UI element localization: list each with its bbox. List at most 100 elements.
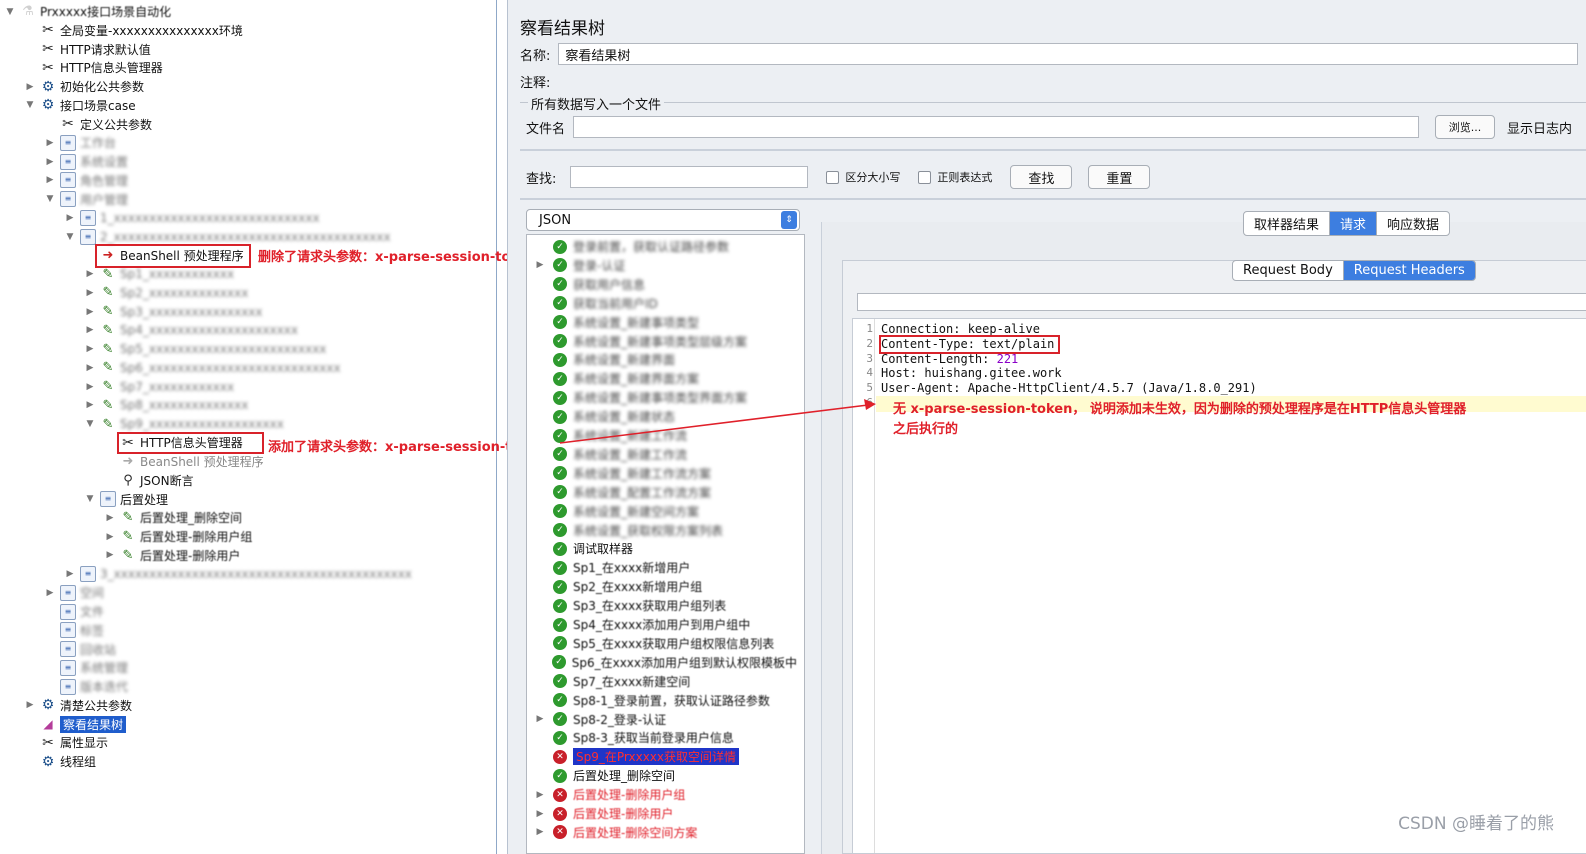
collapsed-twisty-icon[interactable]: ▶ [533,809,547,819]
sampler-result-item[interactable]: ✓ 系统设置_新建状态 [527,407,797,426]
sampler-result-item[interactable]: ✓ 系统设置_配置工作流方案 [527,483,797,502]
sampler-result-item[interactable]: ✓ 系统设置_获取权限方案列表 [527,521,797,540]
tree-node[interactable]: ≡ 标签 [44,621,104,640]
expanded-twisty-icon[interactable]: ▼ [4,7,16,17]
sampler-result-item[interactable]: ✓ 系统设置_新建界面方案 [527,369,797,388]
collapsed-twisty-icon[interactable]: ▶ [533,260,547,270]
collapsed-twisty-icon[interactable]: ▶ [44,157,56,167]
splitter-1[interactable] [520,149,1586,151]
tree-node[interactable]: ▶ ✎ 后置处理-删除用户 [104,546,241,565]
search-input[interactable] [570,166,809,188]
sampler-result-item[interactable]: ✓ 系统设置_新建事项类型 [527,313,797,332]
sampler-result-item[interactable]: ✓ 后置处理_删除空间 [527,766,797,785]
request-tab[interactable]: Request Headers [1343,261,1475,280]
collapsed-twisty-icon[interactable]: ▶ [104,532,116,542]
collapsed-twisty-icon[interactable]: ▶ [533,714,547,724]
tree-node[interactable]: ▶ ⚙ 初始化公共参数 [24,77,144,96]
tree-node[interactable]: ▶ ✎ Sp5_xxxxxxxxxxxxxxxxxxxxxxxxx [84,340,327,359]
sampler-result-item[interactable]: ✓ Sp1_在xxxx新增用户 [527,558,797,577]
tree-node[interactable]: ▶ ✎ Sp8_xxxxxxxxxxxxxx [84,396,249,415]
sampler-result-item[interactable]: ✓ 系统设置_新建界面 [527,350,797,369]
tree-node[interactable]: ⚙ 线程组 [24,752,96,771]
header-search-field[interactable] [857,293,1586,311]
sampler-result-item[interactable]: ▶ ✕ 后置处理-删除空间方案 [527,823,797,842]
collapsed-twisty-icon[interactable]: ▶ [84,382,96,392]
tree-node[interactable]: ▶ ≡ 系统设置 [44,152,128,171]
splitter-2[interactable] [520,198,1586,200]
tree-node[interactable]: ≡ 回收站 [44,640,116,659]
sampler-result-item[interactable]: ✓ 系统设置_新建工作流 [527,426,797,445]
tree-node[interactable]: ▶ ✎ Sp4_xxxxxxxxxxxxxxxxxxxxx [84,321,298,340]
tree-node[interactable]: ▶ ✎ 后置处理_删除空间 [104,508,242,527]
collapsed-twisty-icon[interactable]: ▶ [84,363,96,373]
collapsed-twisty-icon[interactable]: ▶ [44,138,56,148]
tree-node[interactable]: ▼ ⚙ 接口场景case [24,96,136,115]
reset-button[interactable]: 重置 [1088,165,1151,189]
tree-node[interactable]: ✂ 定义公共参数 [44,115,152,134]
tree-node[interactable]: ⚲ JSON断言 [104,471,193,490]
tree-node[interactable]: ≡ 版本迭代 [44,677,128,696]
collapsed-twisty-icon[interactable]: ▶ [84,269,96,279]
tree-node[interactable]: ▼ ⚗ Prxxxxx接口场景自动化 [4,2,172,21]
sampler-result-item[interactable]: ✓ 调试取样器 [527,539,797,558]
sampler-result-item[interactable]: ✓ 获取用户信息 [527,275,797,294]
collapsed-twisty-icon[interactable]: ▶ [44,588,56,598]
collapsed-twisty-icon[interactable]: ▶ [84,344,96,354]
sampler-result-item[interactable]: ▶ ✓ Sp8-2_登录-认证 [527,710,797,729]
sampler-result-list[interactable]: ✓ 登录前置，获取认证路径参数 ▶ ✓ 登录-认证 ✓ 获取用户信息 ✓ 获取当前用户ID ✓ 系统… [526,234,805,854]
tree-node[interactable]: ✂ 属性显示 [24,733,108,752]
expanded-twisty-icon[interactable]: ▼ [84,419,96,429]
sampler-result-item[interactable]: ✓ 系统设置_新建工作流方案 [527,464,797,483]
sampler-result-item[interactable]: ✓ 登录前置，获取认证路径参数 [527,237,797,256]
result-tab[interactable]: 响应数据 [1377,212,1449,235]
tree-node[interactable]: ▶ ≡ 空间 [44,583,104,602]
collapsed-twisty-icon[interactable]: ▶ [64,569,76,579]
sampler-result-item[interactable]: ✓ 获取当前用户ID [527,294,797,313]
expanded-twisty-icon[interactable]: ▼ [44,194,56,204]
collapsed-twisty-icon[interactable]: ▶ [533,790,547,800]
expanded-twisty-icon[interactable]: ▼ [64,232,76,242]
sampler-result-item[interactable]: ✓ Sp3_在xxxx获取用户组列表 [527,596,797,615]
request-tab[interactable]: Request Body [1233,261,1344,280]
collapsed-twisty-icon[interactable]: ▶ [44,175,56,185]
tree-node[interactable]: ▶ ✎ 后置处理-删除用户组 [104,527,253,546]
collapsed-twisty-icon[interactable]: ▶ [84,288,96,298]
tree-node[interactable]: ◢ 察看结果树 [24,715,127,734]
sampler-result-item[interactable]: ✓ 系统设置_新建事项类型界面方案 [527,388,797,407]
collapsed-twisty-icon[interactable]: ▶ [84,307,96,317]
result-tab[interactable]: 取样器结果 [1244,212,1331,235]
collapsed-twisty-icon[interactable]: ▶ [64,213,76,223]
sampler-result-item[interactable]: ✓ Sp5_在xxxx获取用户组权限信息列表 [527,634,797,653]
collapsed-twisty-icon[interactable]: ▶ [24,82,36,92]
find-button[interactable]: 查找 [1010,165,1073,189]
sampler-result-item[interactable]: ✓ Sp6_在xxxx添加用户组到默认权限模板中 [527,653,797,672]
regex-checkbox[interactable] [918,170,932,184]
result-tab[interactable]: 请求 [1330,212,1378,235]
sampler-result-item[interactable]: ✓ 系统设置_新建事项类型层级方案 [527,332,797,351]
tree-node[interactable]: ▼ ≡ 后置处理 [84,490,168,509]
collapsed-twisty-icon[interactable]: ▶ [104,550,116,560]
expanded-twisty-icon[interactable]: ▼ [84,494,96,504]
collapsed-twisty-icon[interactable]: ▶ [24,700,36,710]
sampler-result-item[interactable]: ✓ 系统设置_新建空间方案 [527,502,797,521]
sampler-result-item[interactable]: ✓ Sp2_在xxxx新增用户组 [527,577,797,596]
sampler-result-item[interactable]: ✓ 系统设置_新建工作流 [527,445,797,464]
name-field[interactable]: 察看结果树 [558,43,1579,65]
sampler-result-item[interactable]: ✓ Sp4_在xxxx添加用户到用户组中 [527,615,797,634]
tree-node[interactable]: ▶ ✎ Sp7_xxxxxxxxxxxx [84,377,235,396]
sampler-result-item[interactable]: ✓ Sp7_在xxxx新建空间 [527,672,797,691]
tree-node[interactable]: ➜ BeanShell 预处理程序 [104,452,264,471]
sampler-result-item[interactable]: ▶ ✕ 后置处理-删除用户组 [527,785,797,804]
tree-node[interactable]: ▶ ⚙ 清楚公共参数 [24,696,132,715]
tree-node[interactable]: ✂ HTTP请求默认值 [24,40,151,59]
comment-field[interactable] [558,70,1579,92]
test-plan-tree[interactable]: ▼ ⚗ Prxxxxx接口场景自动化 ✂ 全局变量-xxxxxxxxxxxxxxx环境 ✂… [0,0,497,854]
tree-node[interactable]: ▶ ✎ Sp6_xxxxxxxxxxxxxxxxxxxxxxxxxxx [84,358,341,377]
tree-node[interactable]: ≡ 文件 [44,602,104,621]
collapsed-twisty-icon[interactable]: ▶ [84,325,96,335]
collapsed-twisty-icon[interactable]: ▶ [533,827,547,837]
tree-node[interactable]: ≡ 系统管理 [44,658,128,677]
tree-node[interactable]: ▼ ≡ 用户管理 [44,190,128,209]
collapsed-twisty-icon[interactable]: ▶ [84,400,96,410]
tree-node[interactable]: ▶ ≡ 3_xxxxxxxxxxxxxxxxxxxxxxxxxxxxxxxxxxxx… [64,565,412,584]
